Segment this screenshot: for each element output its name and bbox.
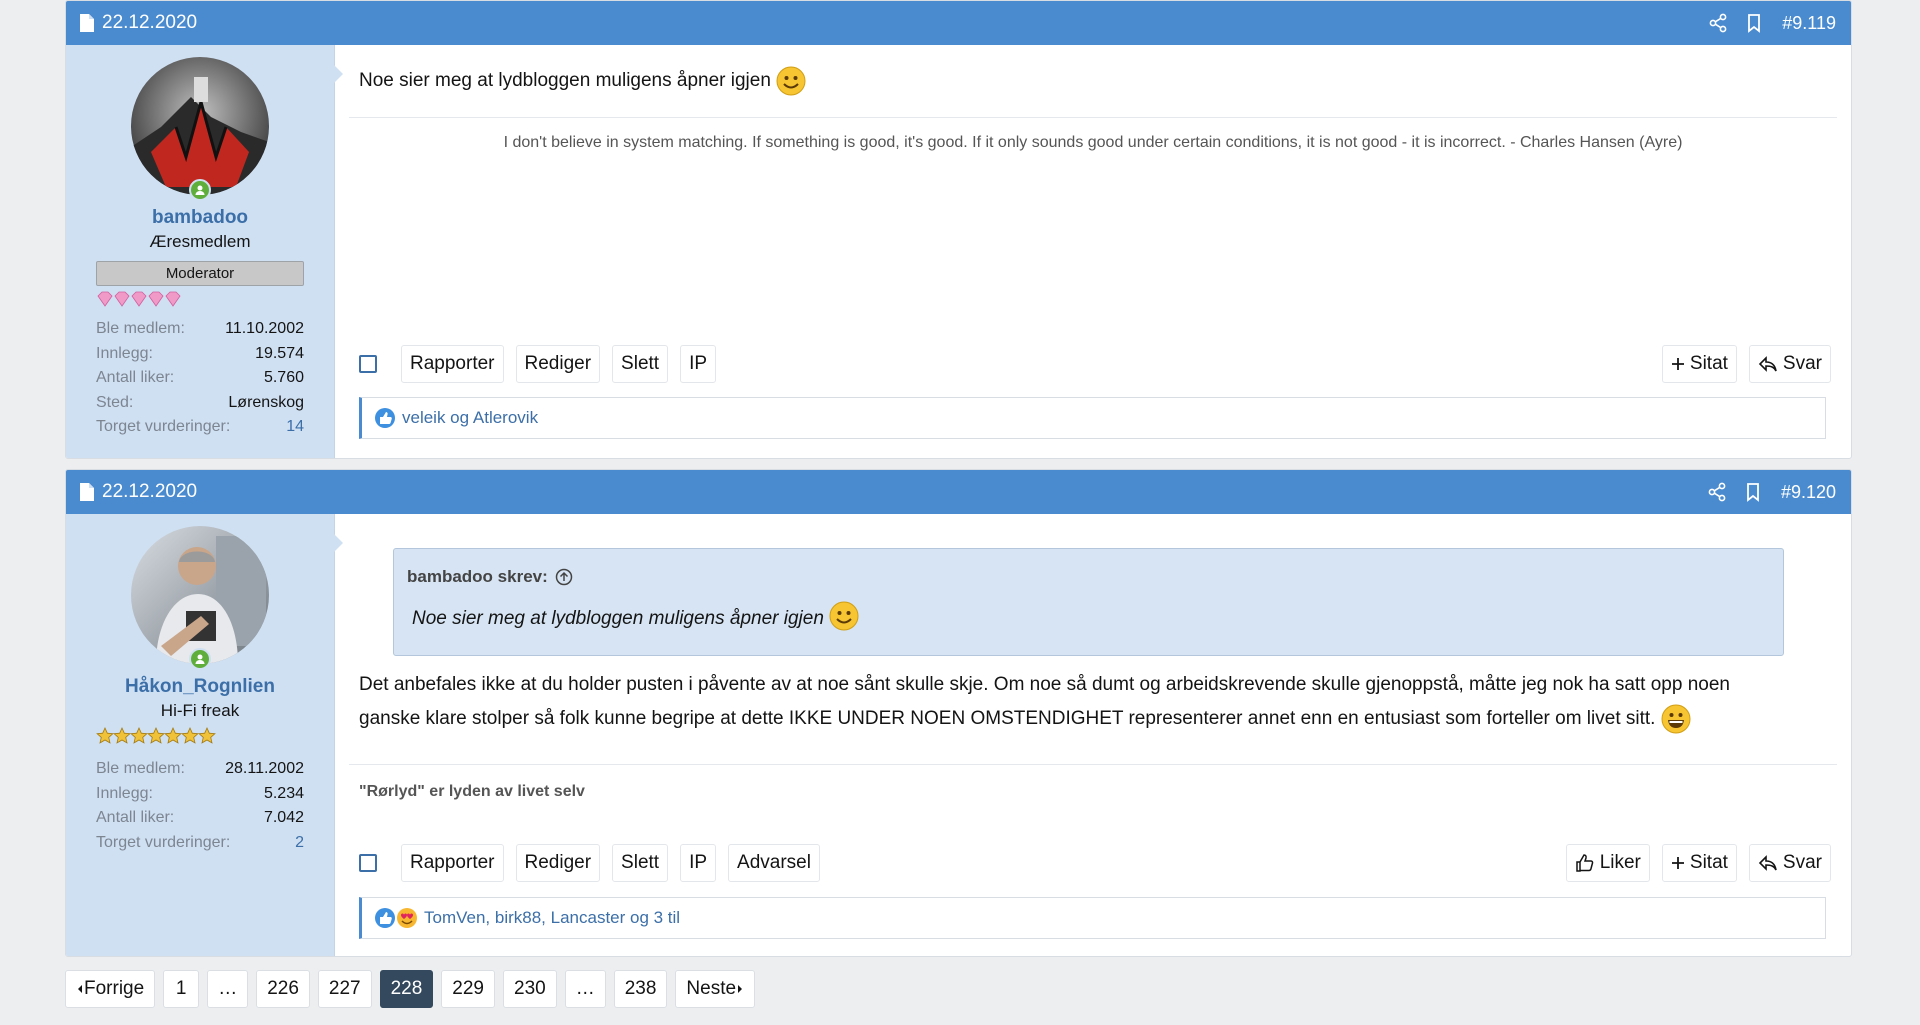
- go-to-quote-icon[interactable]: [555, 568, 573, 586]
- document-icon: [80, 483, 94, 501]
- page-link[interactable]: 238: [613, 970, 668, 1008]
- reply-icon: [1758, 855, 1777, 871]
- select-checkbox[interactable]: [359, 355, 377, 373]
- action-bar: Rapporter Rediger Slett IP Sitat Svar: [359, 345, 1831, 383]
- post-message: Det anbefales ikke at du holder pusten i…: [349, 668, 1837, 736]
- ip-button[interactable]: IP: [680, 844, 717, 882]
- caret-right-icon: [738, 985, 743, 993]
- user-cell: Håkon_Rognlien Hi-Fi freak Ble medlem: 2…: [66, 514, 343, 956]
- post-header: 22.12.2020 #9.119: [66, 1, 1851, 45]
- reply-button[interactable]: Svar: [1748, 844, 1831, 882]
- reactions-users[interactable]: veleik og Atlerovik: [402, 408, 538, 428]
- post-content: Noe sier meg at lydbloggen muligens åpne…: [335, 45, 1851, 458]
- thumbs-up-icon: [1575, 854, 1594, 872]
- grin-emoji-icon: [1661, 704, 1691, 734]
- smile-emoji-icon: [829, 601, 859, 631]
- torget-ratings-link[interactable]: 14: [286, 418, 304, 436]
- stat-row: Torget vurderinger: 2: [96, 833, 304, 852]
- delete-button[interactable]: Slett: [612, 844, 669, 882]
- stat-row: Antall liker: 5.760: [96, 369, 304, 387]
- quote-block: bambadoo skrev: Noe sier meg at lydblogg…: [393, 548, 1784, 656]
- page-skip[interactable]: …: [564, 970, 606, 1008]
- stat-row: Sted: Lørenskog: [96, 393, 304, 411]
- page-link[interactable]: 229: [441, 970, 495, 1008]
- post-9120: 22.12.2020 #9.120 Håkon_Rognlien Hi-Fi f…: [65, 469, 1852, 957]
- current-page[interactable]: 228: [379, 970, 434, 1008]
- stat-row: Innlegg: 19.574: [96, 344, 304, 362]
- edit-button[interactable]: Rediger: [515, 844, 601, 882]
- reactions-bar[interactable]: veleik og Atlerovik: [359, 397, 1826, 439]
- reply-icon: [1758, 356, 1777, 372]
- select-checkbox[interactable]: [359, 854, 377, 872]
- avatar[interactable]: [131, 526, 269, 664]
- bookmark-icon[interactable]: [1744, 13, 1764, 33]
- like-reaction-icon: [374, 407, 396, 429]
- page-link[interactable]: 230: [503, 970, 557, 1008]
- signature: "Rørlyd" er lyden av livet selv: [349, 764, 1837, 801]
- user-title: Hi-Fi freak: [160, 701, 240, 720]
- post-9119: 22.12.2020 #9.119 bambadoo Æresmedlem Mo…: [65, 0, 1852, 459]
- user-stats: Ble medlem: 28.11.2002 Innlegg: 5.234 Anta…: [96, 757, 304, 855]
- avatar[interactable]: [131, 57, 269, 195]
- report-button[interactable]: Rapporter: [401, 345, 504, 383]
- post-number[interactable]: #9.120: [1781, 482, 1836, 503]
- post-content: bambadoo skrev: Noe sier meg at lydblogg…: [335, 514, 1851, 956]
- stat-row: Ble medlem: 11.10.2002: [96, 320, 304, 338]
- stat-row: Torget vurderinger: 14: [96, 418, 304, 436]
- user-title: Æresmedlem: [149, 232, 251, 251]
- stat-row: Ble medlem: 28.11.2002: [96, 760, 304, 778]
- online-status-icon: [189, 179, 211, 201]
- plus-icon: [1671, 857, 1684, 869]
- reactions-users[interactable]: TomVen, birk88, Lancaster og 3 til: [424, 908, 680, 928]
- pagination: Forrige 1 … 226 227 228 229 230 … 238 Ne…: [65, 970, 756, 1008]
- torget-ratings-link[interactable]: 2: [295, 834, 304, 852]
- smile-emoji-icon: [776, 66, 806, 96]
- signature: I don't believe in system matching. If s…: [349, 117, 1837, 152]
- share-icon[interactable]: [1707, 482, 1727, 502]
- caret-left-icon: [78, 985, 82, 993]
- delete-button[interactable]: Slett: [612, 345, 669, 383]
- page-link[interactable]: 1: [163, 970, 200, 1008]
- plus-icon: [1671, 358, 1684, 370]
- prev-page-button[interactable]: Forrige: [65, 970, 156, 1008]
- user-stats: Ble medlem: 11.10.2002 Innlegg: 19.574 Ant…: [96, 317, 304, 440]
- post-header: 22.12.2020 #9.120: [66, 470, 1851, 514]
- username[interactable]: bambadoo: [96, 207, 304, 229]
- bookmark-icon[interactable]: [1743, 482, 1763, 502]
- quote-text: Noe sier meg at lydbloggen muligens åpne…: [412, 601, 859, 631]
- page-skip[interactable]: …: [207, 970, 249, 1008]
- rating-diamonds-icon: [96, 291, 304, 309]
- user-cell: bambadoo Æresmedlem Moderator Ble medlem…: [66, 45, 343, 458]
- username[interactable]: Håkon_Rognlien: [96, 676, 304, 698]
- rating-stars-icon: [96, 727, 304, 745]
- stat-row: Antall liker: 7.042: [96, 809, 304, 827]
- post-date[interactable]: 22.12.2020: [102, 12, 197, 34]
- post-message: Noe sier meg at lydbloggen muligens åpne…: [349, 64, 1837, 98]
- moderator-banner: Moderator: [96, 261, 304, 286]
- like-reaction-icon: [374, 907, 396, 929]
- love-reaction-icon: [396, 907, 418, 929]
- quote-header[interactable]: bambadoo skrev:: [407, 567, 573, 587]
- document-icon: [80, 14, 94, 32]
- post-date[interactable]: 22.12.2020: [102, 481, 197, 503]
- reply-button[interactable]: Svar: [1748, 345, 1831, 383]
- quote-button[interactable]: Sitat: [1661, 345, 1737, 383]
- report-button[interactable]: Rapporter: [401, 844, 504, 882]
- ip-button[interactable]: IP: [680, 345, 717, 383]
- post-number[interactable]: #9.119: [1782, 13, 1836, 34]
- page-link[interactable]: 227: [317, 970, 372, 1008]
- warning-button[interactable]: Advarsel: [728, 844, 820, 882]
- action-bar: Rapporter Rediger Slett IP Advarsel Like…: [359, 844, 1831, 882]
- next-page-button[interactable]: Neste: [675, 970, 756, 1008]
- quote-button[interactable]: Sitat: [1661, 844, 1737, 882]
- share-icon[interactable]: [1708, 13, 1728, 33]
- like-button[interactable]: Liker: [1565, 844, 1650, 882]
- edit-button[interactable]: Rediger: [515, 345, 601, 383]
- reactions-bar[interactable]: TomVen, birk88, Lancaster og 3 til: [359, 897, 1826, 939]
- page-link[interactable]: 226: [256, 970, 310, 1008]
- online-status-icon: [189, 648, 211, 670]
- stat-row: Innlegg: 5.234: [96, 784, 304, 802]
